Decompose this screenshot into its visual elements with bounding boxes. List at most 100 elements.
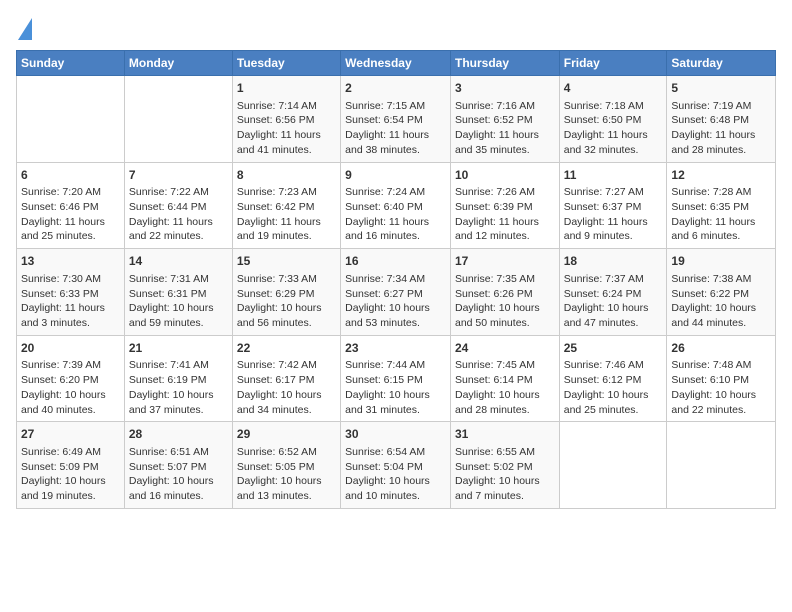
calendar-cell: 12Sunrise: 7:28 AM Sunset: 6:35 PM Dayli… <box>667 162 776 249</box>
day-number: 25 <box>564 340 663 357</box>
day-content: Sunrise: 7:45 AM Sunset: 6:14 PM Dayligh… <box>455 358 555 417</box>
calendar-table: SundayMondayTuesdayWednesdayThursdayFrid… <box>16 50 776 509</box>
calendar-cell <box>17 76 125 163</box>
header-sunday: Sunday <box>17 51 125 76</box>
calendar-cell <box>124 76 232 163</box>
calendar-cell: 28Sunrise: 6:51 AM Sunset: 5:07 PM Dayli… <box>124 422 232 509</box>
day-content: Sunrise: 7:24 AM Sunset: 6:40 PM Dayligh… <box>345 185 446 244</box>
day-number: 19 <box>671 253 771 270</box>
header-friday: Friday <box>559 51 667 76</box>
calendar-cell: 26Sunrise: 7:48 AM Sunset: 6:10 PM Dayli… <box>667 335 776 422</box>
calendar-cell: 14 Sunrise: 7:31 AM Sunset: 6:31 PM Dayli… <box>124 249 232 336</box>
calendar-cell: 19 Sunrise: 7:38 AM Sunset: 6:22 PM Dayli… <box>667 249 776 336</box>
calendar-cell: 2 Sunrise: 7:15 AM Sunset: 6:54 PM Daylig… <box>341 76 451 163</box>
week-row-4: 20Sunrise: 7:39 AM Sunset: 6:20 PM Dayli… <box>17 335 776 422</box>
logo <box>16 16 32 40</box>
calendar-cell: 20Sunrise: 7:39 AM Sunset: 6:20 PM Dayli… <box>17 335 125 422</box>
header-wednesday: Wednesday <box>341 51 451 76</box>
day-content: Sunrise: 7:37 AM Sunset: 6:24 PM Dayligh… <box>564 272 663 331</box>
header-monday: Monday <box>124 51 232 76</box>
calendar-cell: 27 Sunrise: 6:49 AM Sunset: 5:09 PM Dayli… <box>17 422 125 509</box>
week-row-2: 6Sunrise: 7:20 AM Sunset: 6:46 PM Daylig… <box>17 162 776 249</box>
day-number: 31 <box>455 426 555 443</box>
day-content: Sunrise: 7:42 AM Sunset: 6:17 PM Dayligh… <box>237 358 336 417</box>
day-number: 28 <box>129 426 228 443</box>
day-number: 29 <box>237 426 336 443</box>
day-content: Sunrise: 6:55 AM Sunset: 5:02 PM Dayligh… <box>455 445 555 504</box>
calendar-cell: 8Sunrise: 7:23 AM Sunset: 6:42 PM Daylig… <box>232 162 340 249</box>
day-number: 20 <box>21 340 120 357</box>
day-content: Sunrise: 7:46 AM Sunset: 6:12 PM Dayligh… <box>564 358 663 417</box>
day-content: Sunrise: 7:16 AM Sunset: 6:52 PM Dayligh… <box>455 99 555 158</box>
day-number: 22 <box>237 340 336 357</box>
calendar-cell: 23Sunrise: 7:44 AM Sunset: 6:15 PM Dayli… <box>341 335 451 422</box>
day-number: 2 <box>345 80 446 97</box>
day-number: 18 <box>564 253 663 270</box>
calendar-cell: 1Sunrise: 7:14 AM Sunset: 6:56 PM Daylig… <box>232 76 340 163</box>
calendar-cell: 13Sunrise: 7:30 AM Sunset: 6:33 PM Dayli… <box>17 249 125 336</box>
calendar-cell: 25Sunrise: 7:46 AM Sunset: 6:12 PM Dayli… <box>559 335 667 422</box>
day-number: 21 <box>129 340 228 357</box>
calendar-cell: 16Sunrise: 7:34 AM Sunset: 6:27 PM Dayli… <box>341 249 451 336</box>
calendar-header-row: SundayMondayTuesdayWednesdayThursdayFrid… <box>17 51 776 76</box>
calendar-cell: 11Sunrise: 7:27 AM Sunset: 6:37 PM Dayli… <box>559 162 667 249</box>
day-content: Sunrise: 7:38 AM Sunset: 6:22 PM Dayligh… <box>671 272 771 331</box>
day-number: 23 <box>345 340 446 357</box>
calendar-cell: 5 Sunrise: 7:19 AM Sunset: 6:48 PM Daylig… <box>667 76 776 163</box>
day-number: 17 <box>455 253 555 270</box>
day-content: Sunrise: 7:15 AM Sunset: 6:54 PM Dayligh… <box>345 99 446 158</box>
day-number: 5 <box>671 80 771 97</box>
calendar-cell <box>559 422 667 509</box>
header-tuesday: Tuesday <box>232 51 340 76</box>
calendar-cell: 31 Sunrise: 6:55 AM Sunset: 5:02 PM Dayli… <box>450 422 559 509</box>
day-number: 10 <box>455 167 555 184</box>
day-content: Sunrise: 7:28 AM Sunset: 6:35 PM Dayligh… <box>671 185 771 244</box>
week-row-3: 13Sunrise: 7:30 AM Sunset: 6:33 PM Dayli… <box>17 249 776 336</box>
day-number: 14 <box>129 253 228 270</box>
day-number: 30 <box>345 426 446 443</box>
calendar-cell: 24Sunrise: 7:45 AM Sunset: 6:14 PM Dayli… <box>450 335 559 422</box>
day-number: 26 <box>671 340 771 357</box>
day-content: Sunrise: 7:22 AM Sunset: 6:44 PM Dayligh… <box>129 185 228 244</box>
calendar-cell: 21Sunrise: 7:41 AM Sunset: 6:19 PM Dayli… <box>124 335 232 422</box>
day-number: 27 <box>21 426 120 443</box>
day-content: Sunrise: 7:27 AM Sunset: 6:37 PM Dayligh… <box>564 185 663 244</box>
calendar-cell: 4 Sunrise: 7:18 AM Sunset: 6:50 PM Daylig… <box>559 76 667 163</box>
calendar-cell: 17 Sunrise: 7:35 AM Sunset: 6:26 PM Dayli… <box>450 249 559 336</box>
day-content: Sunrise: 7:30 AM Sunset: 6:33 PM Dayligh… <box>21 272 120 331</box>
day-content: Sunrise: 7:19 AM Sunset: 6:48 PM Dayligh… <box>671 99 771 158</box>
day-number: 12 <box>671 167 771 184</box>
day-content: Sunrise: 7:18 AM Sunset: 6:50 PM Dayligh… <box>564 99 663 158</box>
calendar-cell: 10Sunrise: 7:26 AM Sunset: 6:39 PM Dayli… <box>450 162 559 249</box>
calendar-cell: 3Sunrise: 7:16 AM Sunset: 6:52 PM Daylig… <box>450 76 559 163</box>
day-number: 7 <box>129 167 228 184</box>
day-number: 24 <box>455 340 555 357</box>
day-number: 8 <box>237 167 336 184</box>
day-content: Sunrise: 7:33 AM Sunset: 6:29 PM Dayligh… <box>237 272 336 331</box>
day-content: Sunrise: 6:52 AM Sunset: 5:05 PM Dayligh… <box>237 445 336 504</box>
day-content: Sunrise: 7:26 AM Sunset: 6:39 PM Dayligh… <box>455 185 555 244</box>
week-row-1: 1Sunrise: 7:14 AM Sunset: 6:56 PM Daylig… <box>17 76 776 163</box>
day-content: Sunrise: 7:35 AM Sunset: 6:26 PM Dayligh… <box>455 272 555 331</box>
calendar-cell: 9Sunrise: 7:24 AM Sunset: 6:40 PM Daylig… <box>341 162 451 249</box>
day-content: Sunrise: 7:48 AM Sunset: 6:10 PM Dayligh… <box>671 358 771 417</box>
day-number: 4 <box>564 80 663 97</box>
day-content: Sunrise: 7:31 AM Sunset: 6:31 PM Dayligh… <box>129 272 228 331</box>
calendar-cell: 15 Sunrise: 7:33 AM Sunset: 6:29 PM Dayli… <box>232 249 340 336</box>
day-number: 1 <box>237 80 336 97</box>
calendar-cell: 18 Sunrise: 7:37 AM Sunset: 6:24 PM Dayli… <box>559 249 667 336</box>
page-header <box>16 16 776 40</box>
day-number: 16 <box>345 253 446 270</box>
header-thursday: Thursday <box>450 51 559 76</box>
calendar-cell: 30Sunrise: 6:54 AM Sunset: 5:04 PM Dayli… <box>341 422 451 509</box>
day-content: Sunrise: 7:39 AM Sunset: 6:20 PM Dayligh… <box>21 358 120 417</box>
logo-arrow-icon <box>18 18 32 40</box>
week-row-5: 27 Sunrise: 6:49 AM Sunset: 5:09 PM Dayli… <box>17 422 776 509</box>
day-number: 11 <box>564 167 663 184</box>
header-saturday: Saturday <box>667 51 776 76</box>
day-content: Sunrise: 7:44 AM Sunset: 6:15 PM Dayligh… <box>345 358 446 417</box>
day-content: Sunrise: 7:20 AM Sunset: 6:46 PM Dayligh… <box>21 185 120 244</box>
day-number: 15 <box>237 253 336 270</box>
calendar-cell: 6Sunrise: 7:20 AM Sunset: 6:46 PM Daylig… <box>17 162 125 249</box>
day-content: Sunrise: 6:49 AM Sunset: 5:09 PM Dayligh… <box>21 445 120 504</box>
